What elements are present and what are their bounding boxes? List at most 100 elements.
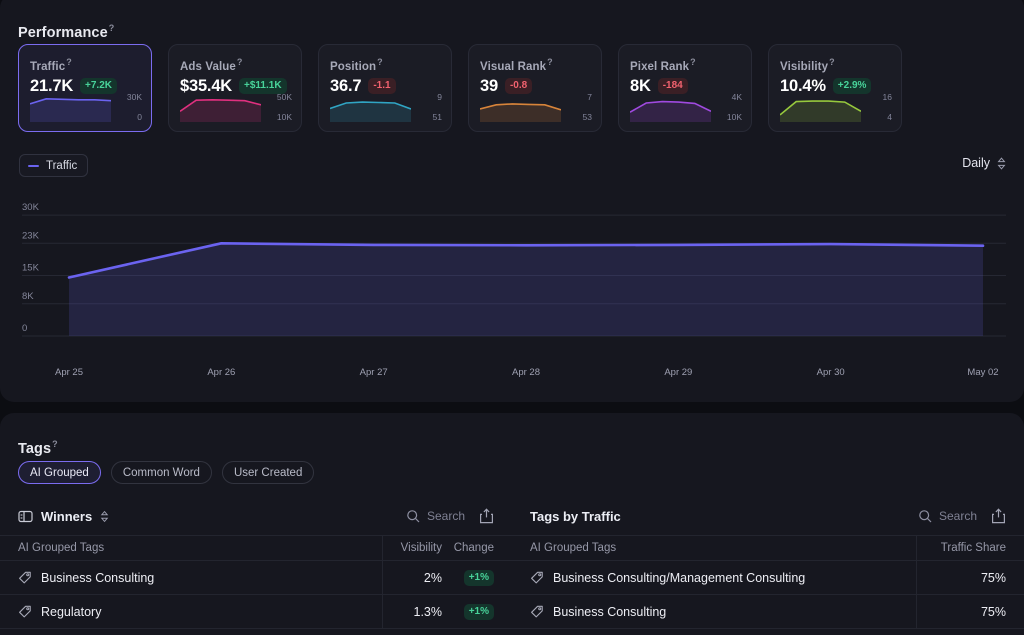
performance-title-text: Performance: [18, 24, 108, 41]
legend-line-icon: [28, 164, 39, 167]
chart-xtick: Apr 30: [817, 367, 845, 378]
metric-label: Ads Value?: [180, 57, 243, 73]
chart-ytick: 15K: [22, 263, 40, 274]
winners-column-header: AI Grouped Tags Visibility Change: [0, 535, 512, 561]
winners-table-actions: Search: [406, 508, 494, 524]
chevron-up-down-icon: [100, 510, 109, 522]
table-row[interactable]: Regulatory 1.3% +1%: [0, 595, 512, 629]
column-ai-grouped-tags: AI Grouped Tags: [530, 542, 617, 554]
traffic-area-chart[interactable]: 30K 23K 15K 8K 0 Apr 25 Apr 26 Apr 27 Apr 28 Apr …: [0, 189, 1024, 379]
metric-sparkline: [780, 95, 861, 122]
search-placeholder: Search: [938, 509, 977, 523]
metric-axis-bottom: 51: [432, 112, 442, 122]
tags-by-traffic-actions: Search: [918, 508, 1006, 524]
metric-label: Visual Rank?: [480, 57, 553, 73]
tag-name-cell: Regulatory: [0, 605, 382, 619]
granularity-select[interactable]: Daily: [962, 156, 1006, 170]
help-icon[interactable]: ?: [109, 23, 115, 33]
winners-selector[interactable]: Winners: [18, 509, 109, 524]
table-row[interactable]: Business Consulting 2% +1%: [0, 561, 512, 595]
tag-name: Business Consulting: [553, 604, 667, 619]
winners-table-body: Business Consulting 2% +1% Regulatory 1.3% +1…: [0, 561, 512, 629]
help-icon[interactable]: ?: [377, 57, 383, 67]
metric-card-traffic[interactable]: Traffic? 21.7K +7.2K 30K 0: [18, 44, 152, 132]
search-input[interactable]: Search: [918, 509, 977, 523]
page-title: Performance?: [18, 23, 114, 41]
chart-xtick: Apr 26: [207, 367, 235, 378]
search-input[interactable]: Search: [406, 509, 465, 523]
tag-icon: [531, 605, 543, 617]
chart-xtick: May 02: [967, 367, 998, 378]
tags-title-text: Tags: [18, 440, 52, 457]
metric-axis: 7 53: [566, 92, 592, 122]
search-placeholder: Search: [426, 509, 465, 523]
column-change: Change: [453, 542, 494, 554]
metric-label: Traffic?: [30, 57, 72, 73]
metric-card-visual-rank[interactable]: Visual Rank? 39 -0.8 7 53: [468, 44, 602, 132]
help-icon[interactable]: ?: [237, 57, 243, 67]
export-icon[interactable]: [479, 508, 494, 524]
tags-by-traffic-title: Tags by Traffic: [530, 508, 621, 524]
metric-axis-top: 7: [587, 92, 592, 102]
change-badge: +1%: [463, 603, 494, 620]
help-icon[interactable]: ?: [690, 57, 696, 67]
metric-sparkline: [480, 95, 561, 122]
help-icon[interactable]: ?: [547, 57, 553, 67]
chart-ytick: 30K: [22, 202, 40, 213]
tags-by-traffic-header: Tags by Traffic Search: [512, 497, 1024, 535]
metric-axis-bottom: 10K: [276, 112, 292, 122]
granularity-value: Daily: [962, 156, 990, 170]
tags-title: Tags?: [18, 439, 58, 457]
metric-label: Visibility?: [780, 57, 835, 73]
change-badge: +1%: [463, 569, 494, 586]
metric-axis: 16 4: [866, 92, 892, 122]
metric-sparkline: [630, 95, 711, 122]
table-row[interactable]: Business Consulting/Management Consultin…: [512, 561, 1024, 595]
tags-by-traffic-column-header: AI Grouped Tags Traffic Share: [512, 535, 1024, 561]
metric-axis-bottom: 4: [887, 112, 892, 122]
metric-label: Position?: [330, 57, 383, 73]
tags-by-traffic-body: Business Consulting/Management Consultin…: [512, 561, 1024, 629]
winners-table-section: Winners Search AI Grouped Tags Visibilit…: [0, 497, 512, 629]
chevron-up-down-icon: [997, 156, 1006, 170]
visibility-cell: 2%: [382, 561, 450, 594]
tags-by-traffic-title-wrap: Tags by Traffic: [530, 509, 621, 524]
chart-xtick: Apr 25: [55, 367, 83, 378]
tag-segment-common-word[interactable]: Common Word: [110, 461, 212, 484]
tag-segment-user-created[interactable]: User Created: [221, 461, 315, 484]
table-row[interactable]: Business Consulting 75%: [512, 595, 1024, 629]
metric-card-visibility[interactable]: Visibility? 10.4% +2.9% 16 4: [768, 44, 902, 132]
metric-axis-bottom: 0: [137, 112, 142, 122]
traffic-share-cell: 75%: [916, 561, 1024, 594]
metric-sparkline: [330, 95, 411, 122]
metric-axis-top: 30K: [126, 92, 142, 102]
metric-card-pixel-rank[interactable]: Pixel Rank? 8K -184 4K 10K: [618, 44, 752, 132]
chart-xtick: Apr 27: [360, 367, 388, 378]
metric-sparkline: [30, 95, 111, 122]
tag-segment-ai-grouped[interactable]: AI Grouped: [18, 461, 101, 484]
traffic-share-cell: 75%: [916, 595, 1024, 628]
winners-table-header: Winners Search: [0, 497, 512, 535]
metric-axis: 4K 10K: [716, 92, 742, 122]
help-icon[interactable]: ?: [66, 57, 72, 67]
column-ai-grouped-tags: AI Grouped Tags: [18, 542, 105, 554]
metric-label: Pixel Rank?: [630, 57, 696, 73]
chart-legend-traffic[interactable]: Traffic: [19, 154, 89, 177]
metric-axis: 9 51: [416, 92, 442, 122]
tags-by-traffic-section: Tags by Traffic Search AI Grouped Tags T…: [512, 497, 1024, 629]
chart-area-fill: [69, 243, 983, 336]
metric-axis-top: 4K: [731, 92, 742, 102]
metric-axis-top: 16: [882, 92, 892, 102]
metric-card-position[interactable]: Position? 36.7 -1.1 9 51: [318, 44, 452, 132]
tag-icon: [531, 571, 543, 583]
metric-card-ads-value[interactable]: Ads Value? $35.4K +$11.1K 50K 10K: [168, 44, 302, 132]
column-traffic-share: Traffic Share: [916, 536, 1024, 560]
chart-ytick: 8K: [22, 291, 34, 302]
help-icon[interactable]: ?: [829, 57, 835, 67]
chart-ytick: 0: [22, 323, 27, 334]
help-icon[interactable]: ?: [52, 439, 58, 449]
chart-ytick: 23K: [22, 230, 40, 241]
export-icon[interactable]: [991, 508, 1006, 524]
column-visibility: Visibility: [382, 536, 450, 560]
winners-label: Winners: [41, 508, 93, 524]
